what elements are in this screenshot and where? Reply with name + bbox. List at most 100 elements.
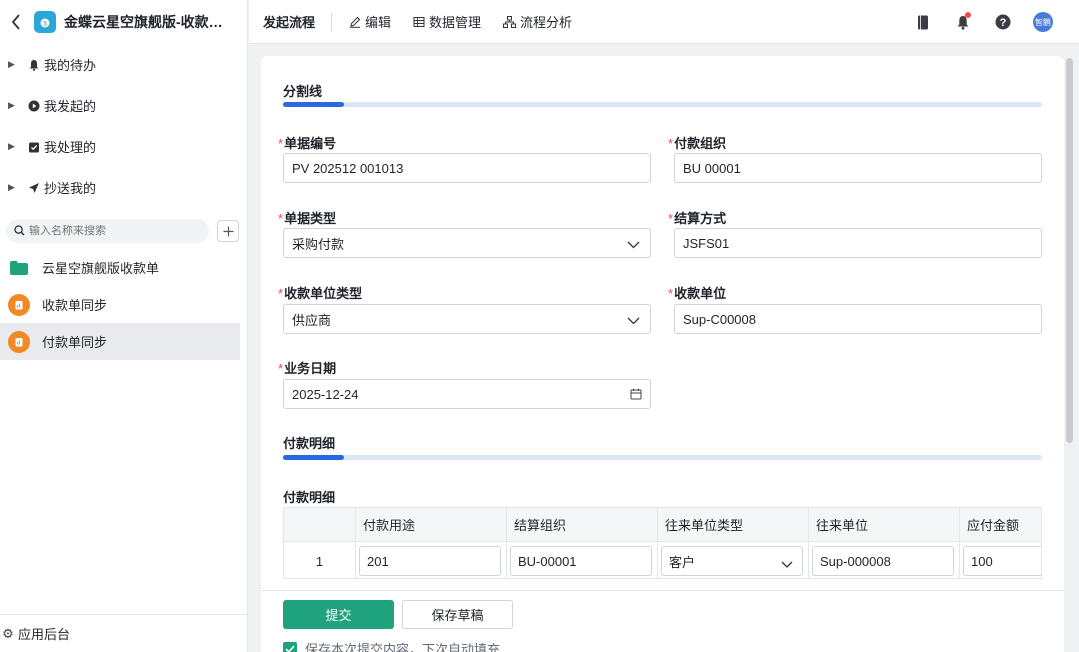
label-bill-type: *单据类型 [278,211,337,226]
tab-label: 数据管理 [429,15,482,30]
nav-cc-me[interactable]: ▶ 抄送我的 [0,167,247,208]
form-item-label: 收款单同步 [42,298,108,313]
table-row: 1 201 BU-00001 客户 Sup-000008 100 [284,541,1041,578]
form-item-payment-sync[interactable]: 付款单同步 [0,323,240,360]
user-avatar[interactable]: 智鹏 [1031,10,1055,34]
th-amount: 应付金额 [960,508,1041,541]
table-icon [413,16,425,28]
cell-purpose: 201 [356,542,507,578]
partner-type-select[interactable]: 客户 [661,546,803,576]
flow-icon [503,15,517,28]
remember-checkbox-row[interactable]: 保存本次提交内容，下次自动填充 [283,639,500,652]
org-input[interactable]: BU-00001 [510,546,652,576]
submit-button[interactable]: 提交 [283,600,394,629]
search-row [6,219,239,243]
th-purpose: 付款用途 [356,508,507,541]
scrollbar[interactable] [1066,58,1073,443]
notebook-icon[interactable] [911,10,935,34]
avatar: 智鹏 [1033,12,1053,32]
nav-label: 我处理的 [44,140,97,155]
tab-label: 流程分析 [520,15,573,30]
sidebar: $ 金蝶云星空旗舰版-收款单... ▶ 我的待办 ▶ 我发起的 ▶ 我处理的 ▶… [0,0,248,652]
form-item-label: 云星空旗舰版收款单 [42,261,160,276]
search-icon [14,224,25,239]
cell-partner: Sup-000008 [809,542,960,578]
payee-type-select[interactable]: 供应商 [283,304,651,334]
top-bar: 发起流程 编辑 数据管理 流程分析 ? 智鹏 [249,0,1079,44]
form-item-label: 付款单同步 [42,335,108,350]
form-footer: 提交 保存草稿 保存本次提交内容，下次自动填充 [261,590,1064,652]
form-icon [8,293,30,316]
app-title: 金蝶云星空旗舰版-收款单... [64,14,234,30]
section-title-divider: 分割线 [283,84,323,99]
detail-table-label: 付款明细 [283,490,336,505]
chevron-down-icon [627,237,640,252]
label-settle-mode: *结算方式 [668,211,727,226]
notification-dot [965,12,971,18]
send-icon [26,182,42,194]
row-index: 1 [284,542,356,578]
th-index [284,508,356,541]
caret-right-icon: ▶ [8,59,15,69]
add-form-button[interactable] [217,220,239,242]
nav-label: 抄送我的 [44,181,97,196]
check-square-icon [26,141,42,153]
save-draft-button[interactable]: 保存草稿 [402,600,513,629]
remember-label: 保存本次提交内容，下次自动填充 [305,642,501,652]
search-box [6,219,209,243]
tab-edit[interactable]: 编辑 [349,12,391,31]
form-item-receipt-sync[interactable]: 收款单同步 [0,286,240,323]
tab-data-manage[interactable]: 数据管理 [413,12,481,31]
form-panel: 分割线 *单据编号 PV 202512 001013 *付款组织 BU 0000… [261,56,1064,652]
gear-icon: ⚙ [2,625,14,641]
folder-icon [8,257,30,279]
app-backend-label: 应用后台 [18,627,71,642]
bill-no-field[interactable]: PV 202512 001013 [283,153,651,183]
tab-process-analysis[interactable]: 流程分析 [503,12,572,31]
pay-org-field[interactable]: BU 00001 [674,153,1042,183]
app-logo-icon: $ [34,11,56,33]
nav-my-initiated[interactable]: ▶ 我发起的 [0,85,247,126]
payment-detail-table: 付款用途 结算组织 往来单位类型 往来单位 应付金额 1 201 BU-0000… [283,507,1042,579]
notification-bell-icon[interactable] [951,10,975,34]
form-icon [8,330,30,353]
app-backend-link[interactable]: ⚙ 应用后台 [0,614,247,652]
amount-input[interactable]: 100 [963,546,1041,576]
bell-icon [26,59,42,71]
sidebar-header: $ 金蝶云星空旗舰版-收款单... [0,0,247,44]
help-icon[interactable]: ? [991,10,1015,34]
purpose-input[interactable]: 201 [359,546,501,576]
label-bill-no: *单据编号 [278,136,337,151]
biz-date-picker[interactable]: 2025-12-24 [283,379,651,409]
th-partner-type: 往来单位类型 [658,508,809,541]
cell-amount: 100 [960,542,1041,578]
partner-input[interactable]: Sup-000008 [812,546,954,576]
table-header: 付款用途 结算组织 往来单位类型 往来单位 应付金额 [284,508,1041,541]
nav-my-handled[interactable]: ▶ 我处理的 [0,126,247,167]
play-circle-icon [26,100,42,112]
payee-field[interactable]: Sup-C00008 [674,304,1042,334]
label-payee: *收款单位 [668,286,727,301]
label-pay-org: *付款组织 [668,136,727,151]
caret-right-icon: ▶ [8,100,15,110]
form-item-cloud-receipt[interactable]: 云星空旗舰版收款单 [0,249,240,286]
nav-label: 我发起的 [44,99,97,114]
nav-label: 我的待办 [44,58,97,73]
search-input[interactable] [29,225,179,237]
label-biz-date: *业务日期 [278,361,337,376]
bill-type-select[interactable]: 采购付款 [283,228,651,258]
tab-start-process[interactable]: 发起流程 [263,12,333,31]
caret-right-icon: ▶ [8,141,15,151]
edit-icon [349,16,361,28]
cell-partner-type: 客户 [658,542,809,578]
label-payee-type: *收款单位类型 [278,286,363,301]
back-icon[interactable] [6,8,26,36]
settle-mode-field[interactable]: JSFS01 [674,228,1042,258]
th-org: 结算组织 [507,508,658,541]
cell-org: BU-00001 [507,542,658,578]
chevron-down-icon [627,313,640,328]
calendar-icon [630,388,642,403]
nav-my-todo[interactable]: ▶ 我的待办 [0,44,247,85]
section-divider [283,455,1042,460]
checkbox-checked-icon[interactable] [283,641,297,652]
